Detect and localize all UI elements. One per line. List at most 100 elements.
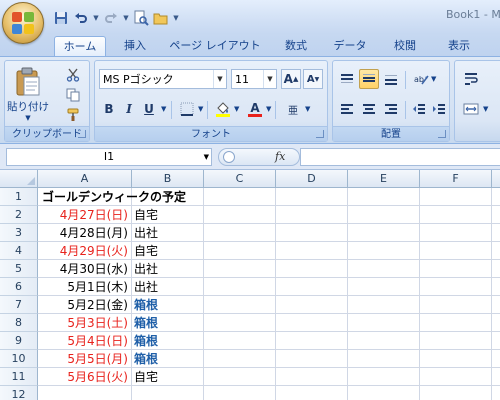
column-header-e[interactable]: E [348,170,420,188]
tab-formulas[interactable]: 数式 [274,36,318,56]
align-top-icon[interactable] [337,69,357,89]
paste-dropdown-icon[interactable]: ▼ [25,114,30,122]
column-header-f[interactable]: F [420,170,492,188]
redo-dropdown-icon[interactable]: ▼ [122,14,130,22]
open-folder-icon[interactable] [152,9,170,27]
phonetic-guide-button[interactable]: 亜 [283,99,303,119]
tab-view[interactable]: 表示 [436,36,482,56]
select-all-button[interactable] [0,170,38,188]
date-cell[interactable]: 4月28日(月) [38,224,128,242]
wrap-text-icon[interactable] [461,69,481,89]
name-box[interactable]: I1 ▼ [6,148,212,166]
column-header-a[interactable]: A [38,170,132,188]
plan-cell[interactable]: 自宅 [134,242,158,260]
name-box-dropdown-icon[interactable]: ▼ [204,149,209,165]
date-cell[interactable]: 5月2日(金) [38,296,128,314]
plan-cell[interactable]: 箱根 [134,332,158,350]
office-button[interactable] [2,2,44,44]
plan-cell[interactable]: 自宅 [134,368,158,386]
plan-cell[interactable]: 出社 [134,278,158,296]
tab-home[interactable]: ホーム [54,36,106,56]
row-header[interactable]: 2 [0,206,38,224]
undo-dropdown-icon[interactable]: ▼ [92,14,100,22]
font-name-select[interactable]: MS Pゴシック ▼ [99,69,227,89]
plan-cell[interactable]: 箱根 [134,314,158,332]
copy-icon[interactable] [63,85,83,105]
bold-button[interactable]: B [99,99,119,119]
cut-icon[interactable] [63,65,83,85]
date-cell[interactable]: 5月1日(木) [38,278,128,296]
date-cell[interactable]: 5月6日(火) [38,368,128,386]
align-right-icon[interactable] [381,99,401,119]
formula-input[interactable] [300,148,500,166]
chevron-down-icon[interactable]: ▼ [263,70,276,88]
row-header[interactable]: 9 [0,332,38,350]
format-painter-icon[interactable] [63,105,83,125]
fill-color-dropdown-icon[interactable]: ▼ [234,105,239,113]
chevron-down-icon[interactable]: ▼ [213,70,226,88]
plan-cell[interactable]: 箱根 [134,296,158,314]
tab-insert[interactable]: 挿入 [112,36,158,56]
decrease-indent-icon[interactable] [409,99,429,119]
date-cell[interactable]: 5月4日(日) [38,332,128,350]
clipboard-launcher-icon[interactable] [78,130,86,138]
underline-dropdown-icon[interactable]: ▼ [161,105,166,113]
column-header-d[interactable]: D [276,170,348,188]
alignment-launcher-icon[interactable] [438,130,446,138]
column-header-b[interactable]: B [132,170,204,188]
date-cell[interactable]: 4月30日(水) [38,260,128,278]
redo-icon[interactable] [102,9,120,27]
date-cell[interactable]: 4月29日(火) [38,242,128,260]
borders-dropdown-icon[interactable]: ▼ [198,105,203,113]
row-header[interactable]: 10 [0,350,38,368]
text-orientation-icon[interactable]: ab [411,69,431,89]
font-color-dropdown-icon[interactable]: ▼ [266,105,271,113]
plan-cell[interactable]: 出社 [134,224,158,242]
row-header[interactable]: 4 [0,242,38,260]
italic-button[interactable]: I [119,99,139,119]
row-header[interactable]: 5 [0,260,38,278]
fill-color-icon[interactable] [213,99,233,119]
column-header-c[interactable]: C [204,170,276,188]
paste-button[interactable]: 貼り付け ▼ [7,63,49,125]
customize-qat-icon[interactable]: ▼ [172,14,180,22]
borders-icon[interactable] [177,99,197,119]
cell-a1-title[interactable]: ゴールデンウィークの予定 [42,188,186,206]
undo-icon[interactable] [72,9,90,27]
align-bottom-icon[interactable] [381,69,401,89]
row-header[interactable]: 12 [0,386,38,400]
date-cell[interactable]: 4月27日(日) [38,206,128,224]
align-middle-icon[interactable] [359,69,379,89]
row-header[interactable]: 8 [0,314,38,332]
row-header[interactable]: 3 [0,224,38,242]
row-header[interactable]: 7 [0,296,38,314]
font-launcher-icon[interactable] [316,130,324,138]
print-preview-icon[interactable] [132,9,150,27]
row-header[interactable]: 11 [0,368,38,386]
orientation-dropdown-icon[interactable]: ▼ [431,75,436,83]
date-cell[interactable]: 5月5日(月) [38,350,128,368]
tab-page-layout[interactable]: ページ レイアウト [164,36,266,56]
insert-function-button[interactable]: fx [275,150,285,163]
align-left-icon[interactable] [337,99,357,119]
underline-button[interactable]: U [139,99,159,119]
increase-indent-icon[interactable] [429,99,449,119]
row-header[interactable]: 6 [0,278,38,296]
date-cell[interactable]: 5月3日(土) [38,314,128,332]
save-icon[interactable] [52,9,70,27]
tab-data[interactable]: データ [326,36,374,56]
plan-cell[interactable]: 箱根 [134,350,158,368]
tab-review[interactable]: 校閲 [382,36,428,56]
merge-dropdown-icon[interactable]: ▼ [483,105,488,113]
font-color-icon[interactable]: A [245,99,265,119]
column-header-g-partial[interactable] [492,170,500,188]
grow-font-button[interactable]: A ▲ [281,69,301,89]
phonetic-dropdown-icon[interactable]: ▼ [305,105,310,113]
align-center-icon[interactable] [359,99,379,119]
expand-handle-icon[interactable] [223,151,235,163]
shrink-font-button[interactable]: A ▼ [303,69,323,89]
plan-cell[interactable]: 自宅 [134,206,158,224]
merge-center-icon[interactable] [461,99,481,119]
font-size-select[interactable]: 11 ▼ [231,69,277,89]
plan-cell[interactable]: 出社 [134,260,158,278]
